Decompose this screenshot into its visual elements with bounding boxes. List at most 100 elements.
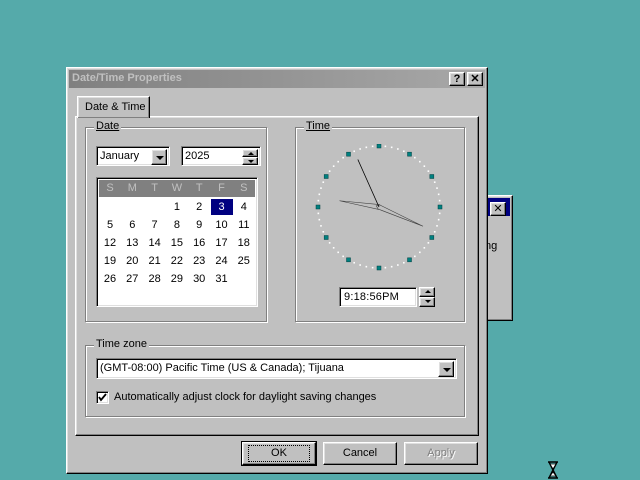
- year-up-arrow-icon[interactable]: [242, 149, 258, 157]
- timezone-group-label: Time zone: [94, 338, 149, 350]
- hour-mark: [437, 204, 443, 210]
- year-down-arrow-icon[interactable]: [242, 157, 258, 165]
- background-close-button[interactable]: ✕: [490, 202, 506, 216]
- calendar-day[interactable]: 16: [188, 235, 210, 251]
- calendar-day[interactable]: 10: [211, 217, 233, 233]
- calendar-header: SMTWTFS: [99, 180, 255, 197]
- calendar-day[interactable]: 11: [233, 217, 255, 233]
- chevron-down-icon[interactable]: [438, 361, 454, 377]
- hour-mark: [407, 257, 412, 263]
- hourglass-cursor-icon: [548, 461, 558, 479]
- hour-mark: [323, 235, 329, 240]
- calendar-day[interactable]: 30: [188, 271, 210, 287]
- tab-date-time[interactable]: Date & Time: [77, 96, 150, 118]
- timezone-value: (GMT-08:00) Pacific Time (US & Canada); …: [100, 362, 344, 374]
- minute-mark: [328, 242, 331, 244]
- minute-mark: [438, 199, 441, 202]
- calendar-day[interactable]: 26: [99, 271, 121, 287]
- hour-mark: [376, 265, 382, 271]
- time-down-arrow-icon[interactable]: [419, 297, 435, 307]
- calendar-day[interactable]: 17: [211, 235, 233, 251]
- ok-button[interactable]: OK: [241, 441, 317, 466]
- hour-mark: [346, 257, 351, 263]
- month-dropdown[interactable]: January: [96, 146, 170, 166]
- calendar-day[interactable]: 9: [188, 217, 210, 233]
- time-spinner[interactable]: [418, 287, 435, 307]
- minute-mark: [390, 265, 393, 268]
- minute-mark: [365, 265, 368, 268]
- calendar-day[interactable]: 20: [121, 253, 143, 269]
- minute-mark: [371, 145, 374, 148]
- minute-mark: [427, 170, 430, 172]
- calendar-day[interactable]: 8: [166, 217, 188, 233]
- cancel-button[interactable]: Cancel: [323, 442, 397, 465]
- minute-hand: [375, 204, 424, 227]
- minute-mark: [419, 251, 421, 254]
- calendar-day[interactable]: 12: [99, 235, 121, 251]
- calendar-day[interactable]: 28: [144, 271, 166, 287]
- minute-mark: [390, 146, 393, 149]
- timezone-group: Time zone: [85, 338, 465, 417]
- apply-button[interactable]: Apply: [404, 442, 478, 465]
- time-group-label: Time: [304, 120, 333, 132]
- calendar-day[interactable]: 1: [166, 199, 188, 215]
- minute-mark: [397, 264, 399, 266]
- year-value: 2025: [185, 150, 210, 162]
- calendar-day[interactable]: 22: [166, 253, 188, 269]
- minute-mark: [437, 218, 440, 221]
- analog-clock: [315, 144, 443, 271]
- minute-mark: [322, 181, 325, 183]
- minute-mark: [403, 261, 405, 264]
- calendar-day-selected[interactable]: 3: [210, 199, 233, 215]
- calendar-day[interactable]: 14: [144, 235, 166, 251]
- weekday-header: F: [218, 182, 225, 194]
- minute-mark: [423, 247, 426, 249]
- calendar-day[interactable]: 25: [233, 253, 255, 269]
- minute-mark: [433, 231, 436, 233]
- minute-mark: [414, 156, 416, 159]
- calendar-day[interactable]: 24: [211, 253, 233, 269]
- auto-dst-label: Automatically adjust clock for daylight …: [114, 391, 377, 403]
- dialog-title: Date/Time Properties: [72, 72, 182, 84]
- calendar-day[interactable]: 21: [144, 253, 166, 269]
- minute-mark: [332, 165, 335, 167]
- calendar-day[interactable]: 7: [144, 217, 166, 233]
- calendar-day[interactable]: 5: [99, 217, 121, 233]
- calendar-day[interactable]: 31: [211, 271, 233, 287]
- date-group-label: Date: [94, 120, 122, 132]
- weekday-header: M: [127, 182, 137, 194]
- minute-mark: [318, 218, 321, 221]
- auto-dst-checkbox[interactable]: [96, 391, 109, 404]
- minute-mark: [365, 146, 368, 149]
- calendar-day[interactable]: 27: [121, 271, 143, 287]
- time-value: 9:18:56PM: [344, 291, 400, 303]
- checkmark-icon: [98, 393, 107, 402]
- calendar-day[interactable]: 18: [233, 235, 255, 251]
- time-up-arrow-icon[interactable]: [419, 287, 435, 297]
- calendar-day[interactable]: 19: [99, 253, 121, 269]
- help-button[interactable]: ?: [449, 72, 465, 86]
- minute-mark: [397, 148, 399, 150]
- calendar-day[interactable]: 4: [233, 199, 255, 215]
- calendar-day[interactable]: 23: [188, 253, 210, 269]
- calendar-day[interactable]: 6: [121, 217, 143, 233]
- calendar-day[interactable]: 15: [166, 235, 188, 251]
- timezone-dropdown[interactable]: (GMT-08:00) Pacific Time (US & Canada); …: [96, 358, 457, 379]
- minute-mark: [342, 255, 344, 258]
- minute-mark: [419, 160, 421, 163]
- weekday-header: S: [240, 182, 248, 194]
- second-hand: [357, 159, 380, 208]
- calendar-day[interactable]: 29: [166, 271, 188, 287]
- weekday-header: T: [151, 182, 158, 194]
- minute-mark: [353, 150, 355, 153]
- weekday-header: W: [171, 182, 183, 194]
- calendar-day[interactable]: 13: [121, 235, 143, 251]
- close-button[interactable]: ✕: [467, 72, 483, 86]
- time-field[interactable]: 9:18:56PM: [339, 287, 417, 307]
- hour-mark: [346, 151, 351, 157]
- minute-mark: [433, 181, 436, 183]
- titlebar[interactable]: Date/Time Properties ? ✕: [69, 70, 485, 88]
- calendar-day[interactable]: 2: [188, 199, 210, 215]
- year-spinner[interactable]: 2025: [181, 146, 261, 166]
- chevron-down-icon[interactable]: [151, 149, 167, 165]
